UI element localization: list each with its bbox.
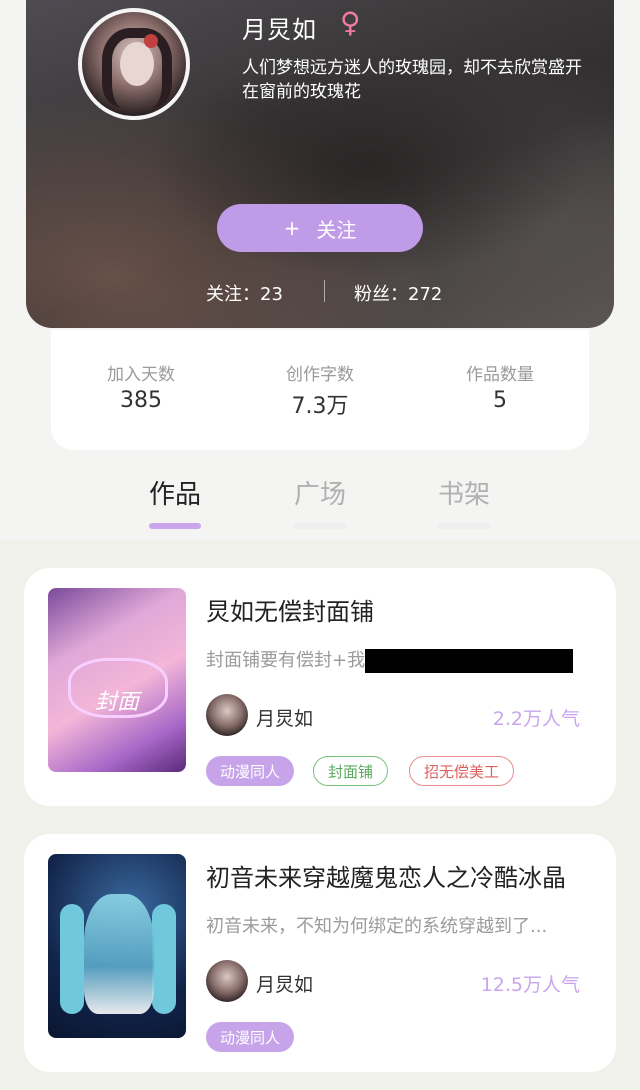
profile-bio: 人们梦想远方迷人的玫瑰园，却不去欣赏盛开在窗前的玫瑰花 xyxy=(242,58,582,102)
tag-recruit-artist[interactable]: 招无偿美工 xyxy=(409,756,515,786)
stat-value: 5 xyxy=(493,388,507,413)
tab-indicator xyxy=(438,523,490,529)
tag-anime-fanfic[interactable]: 动漫同人 xyxy=(206,756,295,786)
tab-indicator xyxy=(294,523,346,529)
book-title[interactable]: 炅如无偿封面铺 xyxy=(206,592,374,627)
redaction-bar xyxy=(365,649,574,673)
tab-bar: 作品 广场 书架 xyxy=(0,470,640,530)
cover-text: 封面 xyxy=(94,690,139,715)
stat-label: 加入天数 xyxy=(107,365,175,385)
stat-works-count: 作品数量 5 xyxy=(410,360,590,413)
tag-cover-shop[interactable]: 封面铺 xyxy=(313,756,389,786)
profile-name: 月炅如 xyxy=(242,16,317,44)
tab-works[interactable]: 作品 xyxy=(125,474,225,529)
popularity-count: 2.2万人气 xyxy=(492,708,580,730)
profile-card: 月炅如 ♀ 人们梦想远方迷人的玫瑰园，却不去欣赏盛开在窗前的玫瑰花 + 关注 关… xyxy=(26,0,614,328)
stat-word-count: 创作字数 7.3万 xyxy=(230,360,410,420)
book-cover[interactable] xyxy=(48,854,186,1038)
book-description: 初音未来，不知为何绑定的系统穿越到了... xyxy=(206,916,548,937)
divider xyxy=(324,280,325,302)
tag-anime-fanfic[interactable]: 动漫同人 xyxy=(206,1022,295,1052)
female-icon: ♀ xyxy=(340,6,361,39)
tab-label: 作品 xyxy=(148,480,201,510)
book-description-text: 封面铺要有偿封+我 xyxy=(206,650,366,671)
author-name[interactable]: 月炅如 xyxy=(256,704,313,731)
tab-square[interactable]: 广场 xyxy=(270,474,370,529)
tab-label: 广场 xyxy=(293,480,346,510)
book-cover[interactable]: 封面 xyxy=(48,588,186,772)
follow-button-label: 关注 xyxy=(316,217,357,242)
book-card[interactable]: 封面 炅如无偿封面铺 封面铺要有偿封+我 月炅如 2.2万人气 动漫同人 封面铺… xyxy=(24,568,616,806)
fans-count[interactable]: 粉丝：272 xyxy=(354,280,442,306)
tab-label: 书架 xyxy=(437,480,490,510)
stat-value: 385 xyxy=(120,388,162,413)
book-card[interactable]: 初音未来穿越魔鬼恋人之冷酷冰晶 初音未来，不知为何绑定的系统穿越到了... 月炅… xyxy=(24,834,616,1072)
popularity-count: 12.5万人气 xyxy=(480,974,580,996)
author-avatar[interactable] xyxy=(206,960,248,1002)
stat-label: 创作字数 xyxy=(286,365,354,385)
author-avatar[interactable] xyxy=(206,694,248,736)
tab-indicator xyxy=(149,523,201,529)
stat-label: 作品数量 xyxy=(466,365,534,385)
follow-stats: 关注：23 粉丝：272 xyxy=(26,280,614,306)
follow-button[interactable]: + 关注 xyxy=(217,204,423,252)
plus-icon: + xyxy=(283,216,301,240)
stats-card: 加入天数 385 创作字数 7.3万 作品数量 5 xyxy=(51,330,589,450)
book-title[interactable]: 初音未来穿越魔鬼恋人之冷酷冰晶 xyxy=(206,858,566,893)
profile-avatar[interactable] xyxy=(78,8,190,120)
tab-bookshelf[interactable]: 书架 xyxy=(414,474,514,529)
stat-value: 7.3万 xyxy=(291,394,349,419)
following-count[interactable]: 关注：23 xyxy=(206,280,283,306)
author-name[interactable]: 月炅如 xyxy=(256,970,313,997)
book-description: 封面铺要有偿封+我 xyxy=(206,646,596,673)
stat-join-days: 加入天数 385 xyxy=(51,360,231,413)
